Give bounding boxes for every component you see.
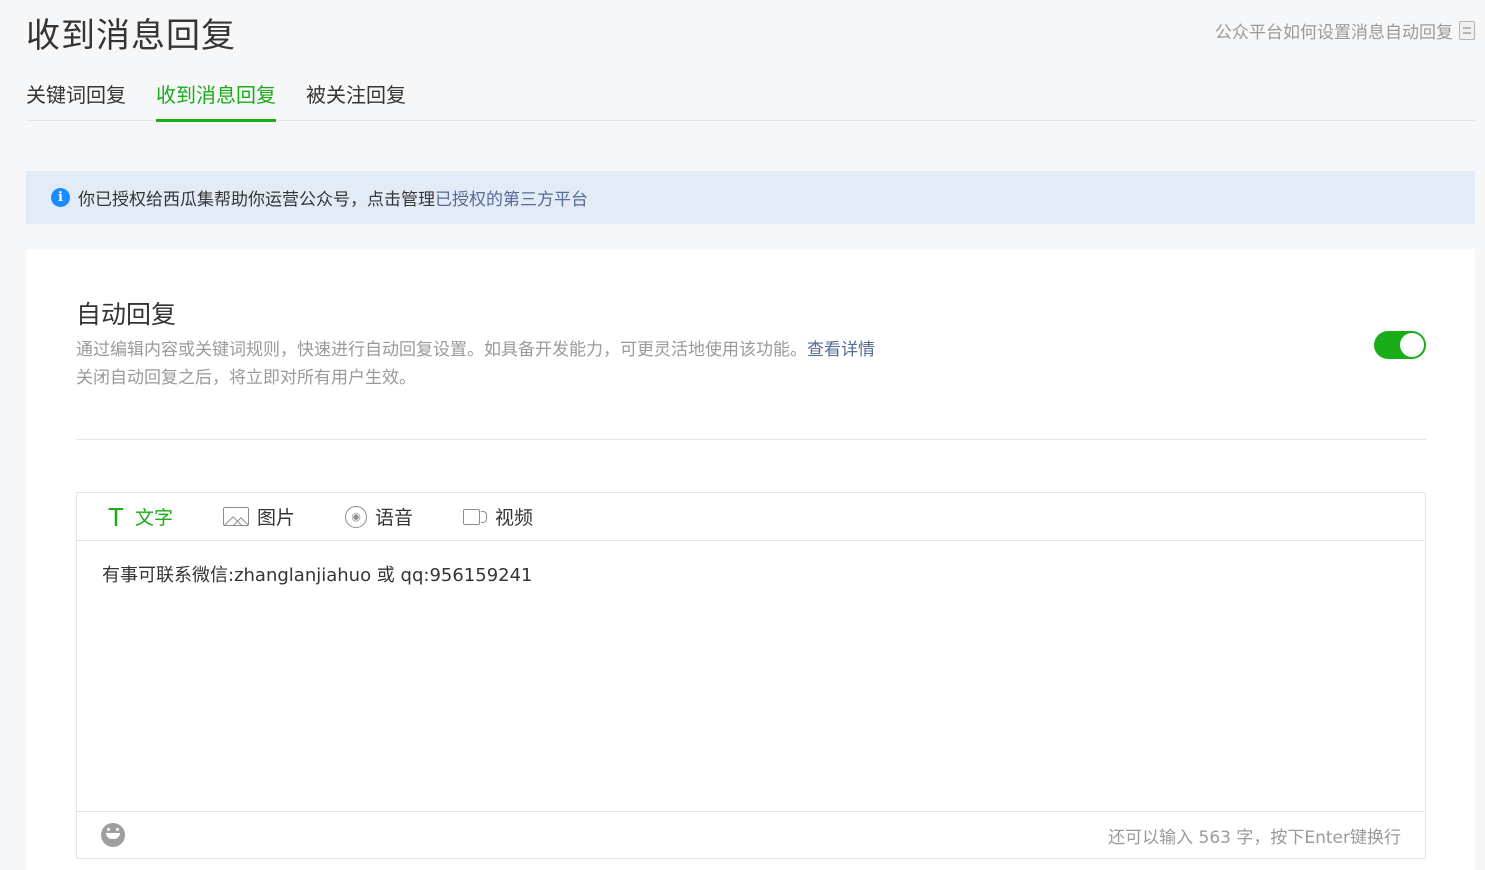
page-title: 收到消息回复 <box>26 16 236 56</box>
reply-editor: T 文字 图片 ◉ 语音 视频 有事可联系微信:zhanglanjiahuo 或… <box>76 492 1426 859</box>
info-icon: i <box>51 188 70 207</box>
auto-reply-toggle[interactable] <box>1374 331 1426 359</box>
tab-video[interactable]: 视频 <box>463 503 533 530</box>
tab-text-label: 文字 <box>135 507 174 529</box>
tab-image[interactable]: 图片 <box>223 503 295 530</box>
video-icon <box>463 508 488 525</box>
tab-video-label: 视频 <box>495 507 534 529</box>
tab-voice-label: 语音 <box>375 507 414 529</box>
tab-keyword-reply[interactable]: 关键词回复 <box>26 80 126 121</box>
divider <box>76 439 1426 440</box>
text-icon: T <box>108 501 124 532</box>
tab-voice[interactable]: ◉ 语音 <box>345 503 413 530</box>
help-link[interactable]: 公众平台如何设置消息自动回复 <box>1215 18 1475 43</box>
tab-image-label: 图片 <box>257 507 296 529</box>
character-counter: 还可以输入 563 字，按下Enter键换行 <box>1108 827 1401 848</box>
voice-icon: ◉ <box>345 505 368 528</box>
authorization-notice: i 你已授权给西瓜集帮助你运营公众号，点击管理 已授权的第三方平台 <box>26 171 1475 224</box>
section-description: 通过编辑内容或关键词规则，快速进行自动回复设置。如具备开发能力，可更灵活地使用该… <box>76 336 875 392</box>
editor-tabs: T 文字 图片 ◉ 语音 视频 <box>77 493 1425 541</box>
auto-reply-card: 自动回复 通过编辑内容或关键词规则，快速进行自动回复设置。如具备开发能力，可更灵… <box>26 249 1475 870</box>
image-icon <box>223 507 250 526</box>
document-icon <box>1459 21 1475 40</box>
toggle-knob <box>1400 333 1424 357</box>
tab-text[interactable]: T 文字 <box>105 503 173 530</box>
help-link-label: 公众平台如何设置消息自动回复 <box>1215 23 1453 43</box>
editor-footer: 还可以输入 563 字，按下Enter键换行 <box>77 811 1425 858</box>
section-title: 自动回复 <box>76 300 177 329</box>
description-line-2: 关闭自动回复之后，将立即对所有用户生效。 <box>76 368 416 388</box>
reply-content-input[interactable]: 有事可联系微信:zhanglanjiahuo 或 qq:956159241 <box>77 541 1425 811</box>
reply-tabs: 关键词回复 收到消息回复 被关注回复 <box>26 80 1475 122</box>
notice-text: 你已授权给西瓜集帮助你运营公众号，点击管理 <box>78 190 435 210</box>
description-line-1: 通过编辑内容或关键词规则，快速进行自动回复设置。如具备开发能力，可更灵活地使用该… <box>76 340 807 360</box>
details-link[interactable]: 查看详情 <box>807 340 875 360</box>
tab-follow-reply[interactable]: 被关注回复 <box>306 80 406 121</box>
third-party-link[interactable]: 已授权的第三方平台 <box>435 185 588 210</box>
tab-message-reply[interactable]: 收到消息回复 <box>156 80 276 122</box>
emoji-icon[interactable] <box>101 823 125 847</box>
